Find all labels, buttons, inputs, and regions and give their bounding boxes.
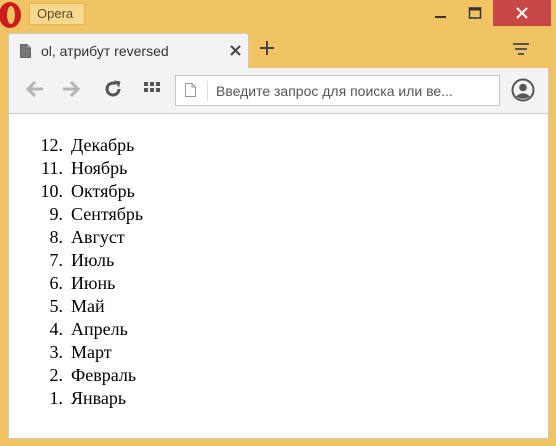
browser-window: Opera ol, атрибут reversed Введите запро… [0,0,556,446]
list-item-label: Декабрь [71,135,135,155]
maximize-icon [468,7,482,19]
list-item-number: 7. [49,250,64,270]
list-item: 6. Июнь [50,272,143,295]
list-item-number: 4. [49,319,64,339]
list-item-number: 12. [40,135,64,155]
list-item-number: 2. [49,365,64,385]
list-item: 8. Август [50,226,143,249]
new-tab-plus-icon[interactable] [259,40,275,56]
list-item-label: Ноябрь [71,158,128,178]
list-item-number: 8. [49,227,64,247]
back-arrow-icon[interactable] [25,80,45,98]
list-item-number: 6. [49,273,64,293]
list-item-label: Июль [71,250,115,270]
list-item-number: 5. [49,296,64,316]
page-content: 12. Декабрь 11. Ноябрь 10. Октябрь 9. Сентябрь 8… [8,114,549,439]
tab-close-icon[interactable] [230,45,241,56]
reload-icon[interactable] [104,80,122,98]
list-item: 4. Апрель [50,318,143,341]
list-item-label: Май [71,296,105,316]
app-name-label: Opera [29,3,85,25]
close-window-button[interactable] [493,0,551,26]
address-bar[interactable] [175,75,500,106]
reversed-ordered-list: 12. Декабрь 11. Ноябрь 10. Октябрь 9. Сентябрь 8… [41,134,144,410]
list-item-label: Август [71,227,125,247]
list-item: 11. Ноябрь [41,157,143,180]
list-item-label: Апрель [71,319,128,339]
list-item-label: Сентябрь [71,204,144,224]
minimize-button[interactable] [424,0,458,26]
page-icon [20,44,31,58]
list-item: 10. Октябрь [41,180,143,203]
tab-title: ol, атрибут reversed [41,43,169,59]
forward-arrow-icon[interactable] [61,80,81,98]
list-item-label: Октябрь [71,181,135,201]
address-input[interactable] [216,76,496,105]
tab-menu-icon[interactable] [512,42,530,56]
maximize-button[interactable] [458,0,492,26]
list-item-number: 1. [49,388,64,408]
opera-logo-icon[interactable] [0,2,28,28]
list-item-number: 11. [41,158,63,178]
list-item-number: 3. [49,342,64,362]
list-item-number: 10. [40,181,64,201]
list-item: 5. Май [50,295,143,318]
tab-active[interactable]: ol, атрибут reversed [8,33,249,69]
list-item: 2. Февраль [50,364,143,387]
close-icon [516,7,528,19]
address-separator [207,81,208,101]
speed-dial-icon[interactable] [143,80,161,98]
list-item-label: Март [71,342,112,362]
toolbar [8,68,549,114]
account-icon[interactable] [511,78,535,102]
list-item-label: Февраль [71,365,137,385]
list-item: 1. Январь [50,387,143,410]
list-item: 9. Сентябрь [50,203,144,226]
minimize-icon [435,16,446,18]
list-item: 12. Декабрь [41,134,143,157]
list-item-label: Январь [71,388,127,408]
list-item: 3. Март [50,341,143,364]
list-item-number: 9. [49,204,64,224]
page-icon [185,83,196,97]
list-item: 7. Июль [50,249,143,272]
title-bar[interactable]: Opera [0,0,556,32]
list-item-label: Июнь [71,273,116,293]
